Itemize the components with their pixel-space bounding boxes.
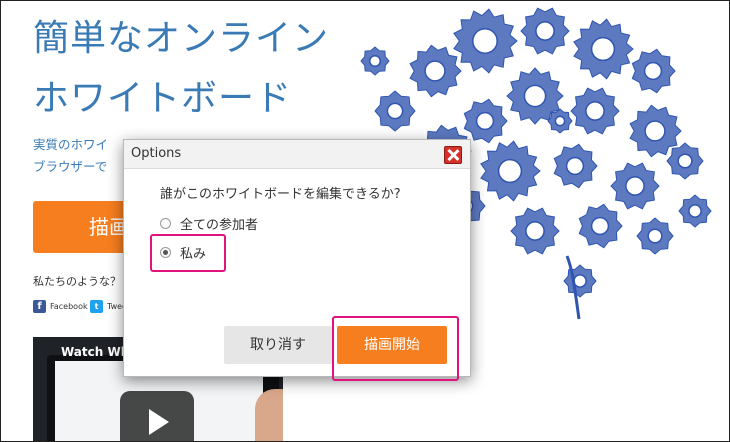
radio-all-participants[interactable] bbox=[160, 218, 171, 229]
gear-icon bbox=[610, 162, 660, 210]
share-prompt: 私たちのような？ bbox=[33, 275, 121, 288]
gear-icon bbox=[510, 207, 560, 255]
hero-title-line1: 簡単なオンライン bbox=[33, 18, 330, 59]
play-button-icon[interactable] bbox=[120, 391, 194, 441]
gear-icon bbox=[453, 8, 518, 74]
gear-icon bbox=[463, 98, 508, 144]
options-dialog: Options 誰がこのホワイトボードを編集できるか? 全ての参加者 私み 取り… bbox=[123, 139, 471, 381]
gear-icon bbox=[678, 194, 712, 228]
gear-icon bbox=[563, 264, 597, 298]
hero-description-line2: ブラウザーで bbox=[33, 159, 108, 174]
gear-icon bbox=[480, 140, 541, 202]
close-icon[interactable] bbox=[444, 146, 462, 164]
tweet-share-button[interactable]: t Twee bbox=[90, 298, 127, 314]
start-drawing-button[interactable]: 描画開始 bbox=[337, 326, 447, 364]
option-all-participants-label: 全ての参加者 bbox=[180, 218, 259, 233]
highlight-only-me-option bbox=[150, 234, 226, 272]
facebook-share-button[interactable]: f Facebook bbox=[33, 298, 88, 314]
gear-icon bbox=[636, 217, 674, 255]
gear-icon bbox=[520, 7, 570, 55]
hero-description-line1: 実質のホワイ bbox=[33, 137, 109, 152]
dialog-title: Options bbox=[131, 146, 182, 161]
gear-icon bbox=[374, 90, 416, 132]
hero-title-line2: ホワイトボード bbox=[33, 78, 293, 119]
gear-icon bbox=[666, 142, 704, 180]
gear-icon bbox=[360, 46, 390, 76]
option-all-participants[interactable]: 全ての参加者 bbox=[160, 214, 258, 233]
gear-icon bbox=[547, 108, 573, 134]
twitter-icon: t bbox=[90, 299, 103, 313]
gear-icon bbox=[409, 44, 462, 98]
gear-icon bbox=[578, 203, 623, 249]
gear-icon bbox=[553, 143, 598, 189]
gear-icon bbox=[631, 48, 676, 94]
facebook-icon: f bbox=[33, 299, 46, 313]
cancel-button[interactable]: 取り消す bbox=[224, 326, 332, 364]
facebook-share-label: Facebook bbox=[50, 301, 88, 311]
gear-icon bbox=[570, 87, 620, 135]
edit-permission-question: 誰がこのホワイトボードを編集できるか? bbox=[160, 187, 401, 202]
screenshot-frame: 簡単なオンライン ホワイトボード 実質のホワイ ブラウザーで 描画 私たちのよう… bbox=[0, 0, 730, 442]
hand-image bbox=[255, 389, 283, 441]
gear-icon bbox=[573, 18, 634, 80]
